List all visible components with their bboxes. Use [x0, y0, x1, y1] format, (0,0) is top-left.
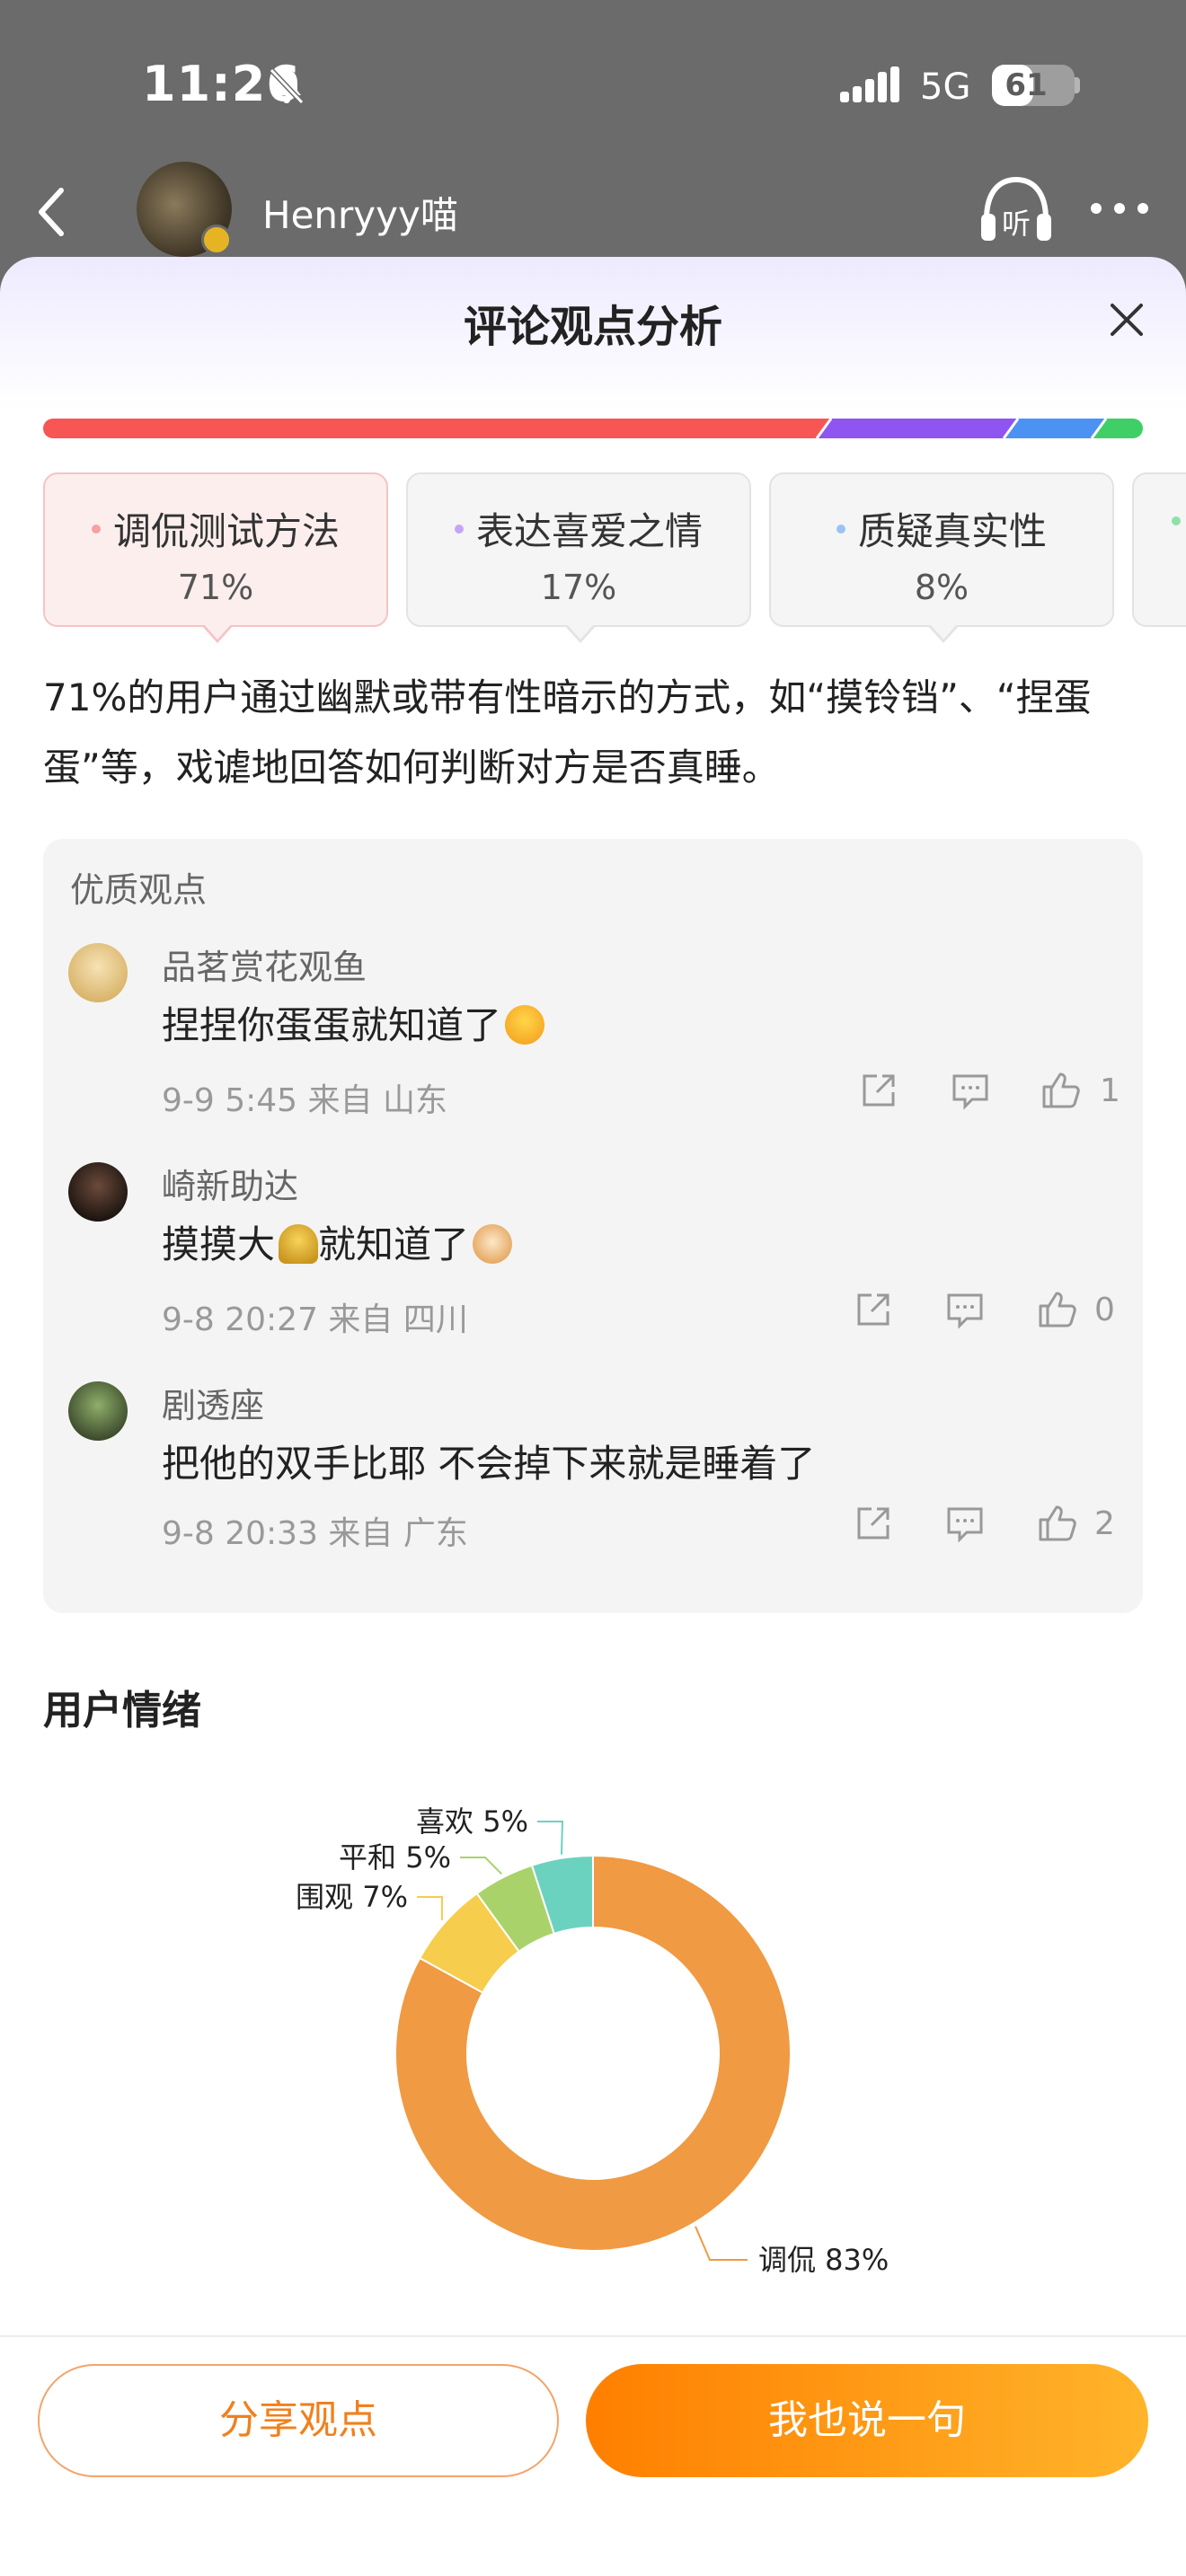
- donut-label: 平和 5%: [339, 1840, 451, 1875]
- network-type: 5G: [920, 66, 971, 108]
- tab-percent: 8%: [914, 568, 969, 607]
- opinion-tabs: 调侃测试方法 71% 表达喜爱之情 17% 质疑真实性 8%: [43, 472, 1186, 643]
- tab-pointer: [927, 623, 960, 643]
- comment-text: 摸摸大 就知道了: [162, 1214, 513, 1269]
- tab-opinion-4-partial[interactable]: [1132, 472, 1186, 627]
- battery-icon: 61: [992, 65, 1075, 106]
- opinion-summary: 71%的用户通过幽默或带有性暗示的方式，如“摸铃铛”、“捏蛋蛋”等，戏谑地回答如…: [43, 675, 1092, 790]
- comment-text-content: 就知道了: [318, 1222, 470, 1266]
- battery-tip: [1075, 77, 1080, 93]
- tab-opinion-3[interactable]: 质疑真实性 8%: [769, 472, 1114, 643]
- distribution-segment: [43, 419, 832, 438]
- tab-label-text: 表达喜爱之情: [475, 509, 703, 553]
- donut-leader-line: [417, 1896, 444, 1920]
- tab-label: 质疑真实性: [771, 501, 1112, 556]
- comment-item: 剧透座 把他的双手比耶 不会掉下来就是睡着了 9-8 20:33 来自 广东 2: [43, 1378, 1143, 1593]
- donut-label: 围观 7%: [296, 1880, 408, 1914]
- tab-pointer: [564, 623, 597, 643]
- donut-label: 喜欢 5%: [416, 1804, 528, 1839]
- share-icon[interactable]: [857, 1069, 900, 1112]
- comment-meta: 9-9 5:45 来自 山东: [162, 1082, 447, 1119]
- tab-opinion-1[interactable]: 调侃测试方法 71%: [43, 472, 388, 643]
- comment-text-content: 摸摸大: [162, 1222, 276, 1266]
- tab-label: 表达喜爱之情: [408, 501, 749, 556]
- like-icon[interactable]: [1039, 1069, 1082, 1112]
- like-count: 0: [1094, 1292, 1115, 1328]
- comment-item: 崎新助达 摸摸大 就知道了 9-8 20:27 来自 四川 0: [43, 1159, 1143, 1374]
- comment-meta: 9-8 20:27 来自 四川: [162, 1301, 468, 1338]
- like-icon[interactable]: [1035, 1502, 1078, 1545]
- more-options-icon[interactable]: [1084, 189, 1155, 225]
- donut-leader-line: [695, 2226, 748, 2261]
- tab-dot: [91, 524, 101, 534]
- username[interactable]: Henryyy喵: [262, 185, 458, 240]
- distribution-segment: [1004, 419, 1107, 438]
- commenter-avatar[interactable]: [68, 1381, 128, 1441]
- opinion-analysis-sheet: 评论观点分析 调侃测试方法 71% 表达喜爱之情 17% 质疑真实性 8% 71…: [0, 257, 1186, 2576]
- bottom-action-bar: 分享观点 我也说一句: [0, 2335, 1186, 2576]
- quality-title: 优质观点: [70, 870, 208, 910]
- close-icon[interactable]: [1105, 298, 1148, 341]
- write-comment-button[interactable]: 我也说一句: [586, 2364, 1148, 2477]
- tab-dot: [454, 524, 464, 534]
- signal-icon: [840, 66, 899, 102]
- status-bar: 11:26 5G 61: [0, 0, 1186, 171]
- cat-emoji-icon: [473, 1223, 513, 1264]
- reply-icon[interactable]: [943, 1502, 987, 1545]
- commenter-name[interactable]: 崎新助达: [162, 1159, 298, 1208]
- tab-label-text: 调侃测试方法: [112, 509, 340, 553]
- commenter-name[interactable]: 品茗赏花观鱼: [162, 940, 367, 989]
- tab-label: [1134, 501, 1186, 545]
- opinion-distribution-bar: [43, 419, 1143, 438]
- like-icon[interactable]: [1035, 1288, 1078, 1331]
- tab-percent: 17%: [540, 568, 617, 607]
- bell-off-icon: [269, 67, 305, 105]
- commenter-avatar[interactable]: [68, 1162, 128, 1222]
- commenter-name[interactable]: 剧透座: [162, 1378, 264, 1427]
- laughing-emoji-icon: [505, 1004, 545, 1045]
- bell-emoji-icon: [279, 1223, 319, 1264]
- tab-dot: [1172, 516, 1181, 525]
- reply-icon[interactable]: [943, 1288, 987, 1331]
- donut-leader-line: [460, 1857, 503, 1875]
- comment-meta: 9-8 20:33 来自 广东: [162, 1515, 468, 1552]
- distribution-segment: [817, 419, 1019, 438]
- headphones-listen-icon[interactable]: 听: [978, 174, 1055, 246]
- share-icon[interactable]: [852, 1288, 895, 1331]
- tab-opinion-2[interactable]: 表达喜爱之情 17%: [406, 472, 751, 643]
- comment-text: 把他的双手比耶 不会掉下来就是睡着了: [162, 1442, 816, 1486]
- like-count: 1: [1100, 1072, 1120, 1109]
- donut-leader-line: [537, 1821, 564, 1855]
- quality-comments-panel: 优质观点 品茗赏花观鱼 捏捏你蛋蛋就知道了 9-9 5:45 来自 山东 1 崎…: [43, 839, 1143, 1613]
- back-arrow-icon[interactable]: [27, 183, 77, 241]
- comment-item: 品茗赏花观鱼 捏捏你蛋蛋就知道了 9-9 5:45 来自 山东 1: [43, 940, 1143, 1155]
- battery-percent: 61: [1005, 67, 1048, 103]
- tab-percent: 71%: [177, 568, 254, 607]
- tab-pointer: [201, 623, 234, 643]
- nav-bar: Henryyy喵 听: [0, 162, 1186, 269]
- share-opinion-button[interactable]: 分享观点: [38, 2364, 559, 2477]
- share-icon[interactable]: [852, 1502, 895, 1545]
- commenter-avatar[interactable]: [68, 943, 128, 1002]
- donut-label: 调侃 83%: [758, 2243, 889, 2277]
- reply-icon[interactable]: [949, 1069, 992, 1112]
- listen-label: 听: [1002, 207, 1031, 241]
- like-count: 2: [1094, 1505, 1115, 1542]
- verified-badge-icon: [201, 225, 232, 255]
- comment-text-content: 捏捏你蛋蛋就知道了: [162, 1003, 502, 1047]
- emotion-section-title: 用户情绪: [43, 1688, 201, 1734]
- tab-dot: [836, 524, 845, 534]
- comment-text: 捏捏你蛋蛋就知道了: [162, 995, 545, 1050]
- sheet-title: 评论观点分析: [463, 302, 722, 352]
- tab-label-text: 质疑真实性: [857, 509, 1047, 553]
- tab-label: 调侃测试方法: [45, 501, 386, 556]
